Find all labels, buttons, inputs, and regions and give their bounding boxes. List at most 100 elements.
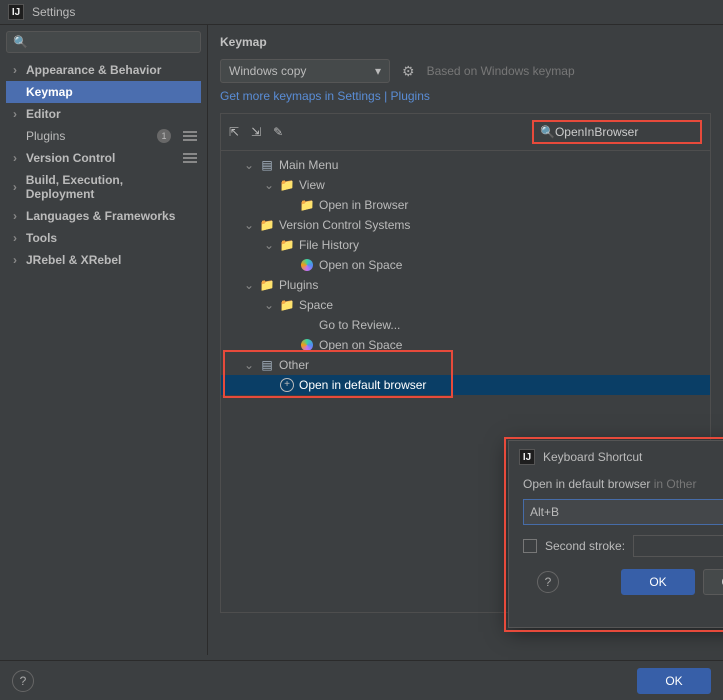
space-icon xyxy=(299,338,315,352)
sidebar-item[interactable]: › Tools xyxy=(6,227,201,249)
chevron-icon: ⌄ xyxy=(243,278,255,292)
folder-icon: 📁 xyxy=(259,218,275,232)
sidebar-item[interactable]: › Version Control xyxy=(6,147,201,169)
modified-icon xyxy=(183,131,197,141)
sidebar-item-label: Appearance & Behavior xyxy=(26,63,161,77)
tree-node[interactable]: ⌄📁File History xyxy=(221,235,710,255)
settings-tree: 🔍 › Appearance & Behavior Keymap › Editor Plu… xyxy=(0,25,208,655)
sidebar-item[interactable]: › JRebel & XRebel xyxy=(6,249,201,271)
tree-node[interactable]: ⌄ 📁 View xyxy=(221,175,710,195)
dialog-title: Keyboard Shortcut xyxy=(543,450,642,464)
tree-node[interactable]: Open in default browser xyxy=(221,375,710,395)
folder-icon: 📁 xyxy=(299,198,315,212)
second-stroke-checkbox[interactable] xyxy=(523,539,537,553)
gear-icon[interactable]: ⚙ xyxy=(402,63,415,80)
tree-node-label: Plugins xyxy=(279,278,318,292)
footer: ? OK xyxy=(0,660,723,700)
help-icon[interactable]: ? xyxy=(12,670,34,692)
sidebar-item[interactable]: Plugins 1 xyxy=(6,125,201,147)
sidebar-item[interactable]: › Appearance & Behavior xyxy=(6,59,201,81)
folder-icon: 📁 xyxy=(279,238,295,252)
sidebar-search-input[interactable] xyxy=(28,35,194,49)
chevron-icon: ⌄ xyxy=(243,358,255,372)
dialog-context: in Other xyxy=(654,477,697,491)
tree-node-label: Other xyxy=(279,358,309,372)
sidebar-item-label: JRebel & XRebel xyxy=(26,253,121,267)
chevron-icon: ⌄ xyxy=(263,178,275,192)
modified-icon xyxy=(183,153,197,163)
blank-icon xyxy=(299,318,315,332)
chevron-icon: › xyxy=(10,151,20,165)
chevron-icon: › xyxy=(10,180,20,194)
keyboard-shortcut-dialog: IJ Keyboard Shortcut ✕ Open in default b… xyxy=(508,440,723,628)
sidebar-item-label: Tools xyxy=(26,231,57,245)
shortcut-input[interactable]: Alt+B + xyxy=(523,499,723,525)
chevron-icon: › xyxy=(10,63,20,77)
sidebar-item-label: Plugins xyxy=(26,129,65,143)
tree-node-label: Open on Space xyxy=(319,338,402,352)
second-stroke-label: Second stroke: xyxy=(545,539,625,553)
chevron-icon: › xyxy=(10,253,20,267)
tree-node-label: Open on Space xyxy=(319,258,402,272)
content-pane: Keymap Windows copy ▾ ⚙ Based on Windows… xyxy=(208,25,723,655)
sidebar-item[interactable]: › Build, Execution, Deployment xyxy=(6,169,201,205)
chevron-icon: ⌄ xyxy=(243,158,255,172)
chevron-down-icon: ▾ xyxy=(375,64,381,78)
sidebar-item-label: Editor xyxy=(26,107,61,121)
expand-all-icon[interactable]: ⇱ xyxy=(229,125,239,139)
tree-node[interactable]: ⌄ ▤ Other xyxy=(221,355,710,375)
tree-node-label: View xyxy=(299,178,325,192)
tree-node[interactable]: ⌄▤Main Menu xyxy=(221,155,710,175)
cancel-button[interactable]: Cancel xyxy=(703,569,723,595)
tree-node-label: Open in Browser xyxy=(319,198,408,212)
tree-node-label: Go to Review... xyxy=(319,318,400,332)
action-search[interactable]: 🔍 xyxy=(532,120,702,144)
tree-node[interactable]: ⌄ 📁 Plugins xyxy=(221,275,710,295)
chevron-icon: ⌄ xyxy=(263,238,275,252)
edit-icon[interactable]: ✎ xyxy=(273,125,283,139)
keymap-combo[interactable]: Windows copy ▾ xyxy=(220,59,390,83)
globe-icon xyxy=(279,378,295,392)
keymap-combo-value: Windows copy xyxy=(229,64,306,78)
dialog-action-name: Open in default browser xyxy=(523,477,650,491)
tree-node-label: Main Menu xyxy=(279,158,338,172)
tree-node[interactable]: 📁 Open in Browser xyxy=(221,195,710,215)
second-stroke-input[interactable]: + xyxy=(633,535,723,557)
tree-node-label: Space xyxy=(299,298,333,312)
sidebar-item[interactable]: Keymap xyxy=(6,81,201,103)
chevron-icon: › xyxy=(10,107,20,121)
help-icon[interactable]: ? xyxy=(537,571,559,593)
tree-node[interactable]: Open on Space xyxy=(221,335,710,355)
sidebar-item[interactable]: › Languages & Frameworks xyxy=(6,205,201,227)
folder-icon: 📁 xyxy=(279,178,295,192)
collapse-all-icon[interactable]: ⇲ xyxy=(251,125,261,139)
sidebar-item-label: Build, Execution, Deployment xyxy=(26,173,191,201)
folder-icon: 📁 xyxy=(279,298,295,312)
badge: 1 xyxy=(157,129,171,143)
based-on-label: Based on Windows keymap xyxy=(427,64,575,78)
search-icon: 🔍 xyxy=(540,125,555,139)
folder-icon: 📁 xyxy=(259,278,275,292)
tree-node[interactable]: Go to Review... xyxy=(221,315,710,335)
app-icon: IJ xyxy=(519,449,535,465)
app-icon: IJ xyxy=(8,4,24,20)
action-search-input[interactable] xyxy=(555,125,694,139)
menu-icon: ▤ xyxy=(259,358,275,372)
chevron-icon: ⌄ xyxy=(243,218,255,232)
sidebar-item-label: Languages & Frameworks xyxy=(26,209,175,223)
chevron-icon: › xyxy=(10,231,20,245)
sidebar-item[interactable]: › Editor xyxy=(6,103,201,125)
sidebar-item-label: Version Control xyxy=(26,151,115,165)
more-keymaps-link[interactable]: Get more keymaps in Settings | Plugins xyxy=(220,89,711,103)
ok-button[interactable]: OK xyxy=(637,668,711,694)
action-tree[interactable]: ⌄▤Main Menu⌄📁View📁Open in Browser⌄📁Versi… xyxy=(221,151,710,399)
ok-button[interactable]: OK xyxy=(621,569,695,595)
chevron-icon: › xyxy=(10,209,20,223)
tree-node[interactable]: ⌄ 📁 Space xyxy=(221,295,710,315)
shortcut-value: Alt+B xyxy=(530,505,559,519)
sidebar-search[interactable]: 🔍 xyxy=(6,31,201,53)
tree-node[interactable]: Open on Space xyxy=(221,255,710,275)
tree-node[interactable]: ⌄📁Version Control Systems xyxy=(221,215,710,235)
tree-node-label: Open in default browser xyxy=(299,378,426,392)
chevron-icon: ⌄ xyxy=(263,298,275,312)
